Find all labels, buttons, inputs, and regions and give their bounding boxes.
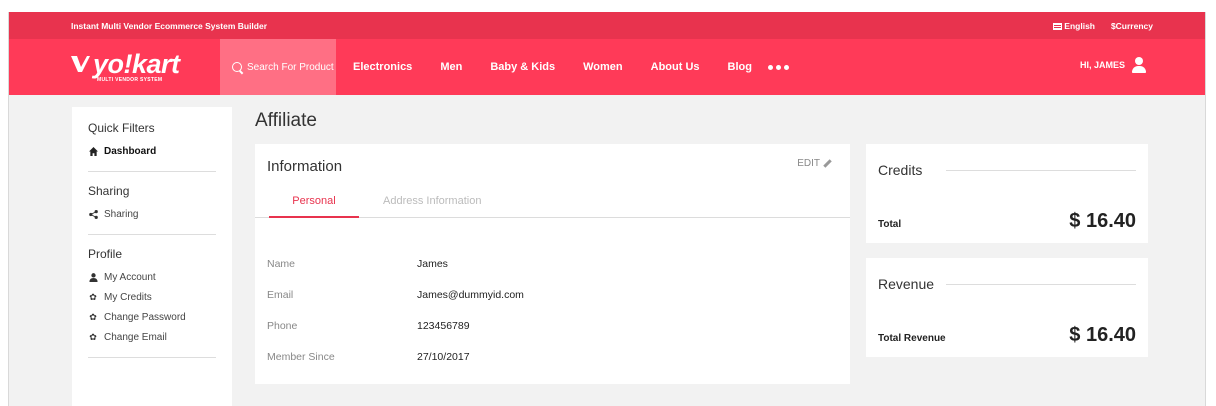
- field-row: Email James@dummyid.com: [267, 289, 827, 320]
- gear-icon: ✿: [89, 331, 97, 342]
- nav-blog[interactable]: Blog: [728, 61, 752, 73]
- sidebar-divider: [88, 357, 216, 358]
- more-icon[interactable]: [767, 64, 789, 70]
- flag-icon: [1053, 22, 1063, 30]
- field-value: James@dummyid.com: [417, 289, 524, 301]
- logo[interactable]: yo!kart MULTI VENDOR SYSTEM: [69, 49, 199, 85]
- sidebar-item-my-account[interactable]: My Account: [88, 267, 216, 287]
- edit-label: EDIT: [797, 158, 820, 169]
- revenue-card: Revenue Total Revenue $ 16.40: [866, 258, 1148, 357]
- card-divider: [946, 170, 1136, 171]
- language-selector[interactable]: English: [1053, 21, 1095, 31]
- share-icon: [88, 209, 98, 219]
- sidebar-divider: [88, 234, 216, 235]
- field-value: 27/10/2017: [417, 351, 470, 363]
- user-icon: [88, 272, 98, 282]
- sidebar-item-label: Change Email: [104, 331, 167, 343]
- nav-men[interactable]: Men: [440, 61, 462, 73]
- information-card: Information EDIT Personal Address Inform…: [255, 144, 850, 384]
- nav-about-us[interactable]: About Us: [651, 61, 700, 73]
- edit-button[interactable]: EDIT: [797, 158, 832, 169]
- sidebar-item-my-credits[interactable]: ✿ My Credits: [88, 287, 216, 307]
- logo-subtitle: MULTI VENDOR SYSTEM: [97, 77, 163, 83]
- field-label: Name: [267, 258, 296, 270]
- info-tabs: Personal Address Information: [255, 191, 850, 218]
- page-title: Affiliate: [255, 110, 317, 131]
- top-strip: Instant Multi Vendor Ecommerce System Bu…: [9, 12, 1205, 39]
- field-value: 123456789: [417, 320, 470, 332]
- gear-icon: ✿: [89, 311, 97, 322]
- main-nav: Electronics Men Baby & Kids Women About …: [353, 39, 789, 95]
- language-label: English: [1064, 21, 1095, 31]
- field-row: Phone 123456789: [267, 320, 827, 351]
- field-label: Email: [267, 289, 294, 301]
- gear-icon: ✿: [89, 291, 97, 302]
- logo-text: yo!kart: [93, 49, 180, 79]
- search-icon: [232, 61, 243, 73]
- nav-electronics[interactable]: Electronics: [353, 61, 412, 73]
- sidebar-item-change-password[interactable]: ✿ Change Password: [88, 307, 216, 327]
- field-value: James: [417, 258, 448, 270]
- sidebar-item-change-email[interactable]: ✿ Change Email: [88, 327, 216, 347]
- search-bar[interactable]: Search For Product: [220, 39, 336, 95]
- sidebar: Quick Filters Dashboard Sharing Sharing …: [72, 107, 232, 406]
- main-header: yo!kart MULTI VENDOR SYSTEM Search For P…: [9, 39, 1205, 95]
- search-placeholder: Search For Product: [247, 61, 334, 73]
- revenue-value: $ 16.40: [1069, 324, 1136, 346]
- revenue-title: Revenue: [878, 276, 935, 292]
- currency-selector[interactable]: $Currency: [1111, 21, 1153, 31]
- sidebar-heading-quick-filters: Quick Filters: [88, 121, 155, 135]
- tab-personal[interactable]: Personal: [269, 195, 359, 218]
- tab-address-information[interactable]: Address Information: [383, 195, 481, 207]
- sidebar-item-label: Change Password: [104, 311, 186, 323]
- user-icon: [1131, 57, 1147, 73]
- app-frame: Instant Multi Vendor Ecommerce System Bu…: [8, 12, 1206, 406]
- nav-baby-kids[interactable]: Baby & Kids: [490, 61, 555, 73]
- sidebar-item-sharing[interactable]: Sharing: [88, 204, 216, 224]
- nav-women[interactable]: Women: [583, 61, 623, 73]
- sidebar-heading-profile: Profile: [88, 247, 123, 261]
- sidebar-item-dashboard[interactable]: Dashboard: [88, 141, 216, 161]
- sidebar-divider: [88, 171, 216, 172]
- field-label: Phone: [267, 320, 298, 332]
- field-row: Name James: [267, 258, 827, 289]
- card-title: Information: [267, 158, 343, 175]
- credits-label: Total: [878, 219, 902, 230]
- sidebar-heading-sharing: Sharing: [88, 184, 130, 198]
- sidebar-item-label: Dashboard: [104, 145, 157, 157]
- home-icon: [88, 146, 98, 156]
- card-divider: [946, 284, 1136, 285]
- credits-card: Credits Total $ 16.40: [866, 144, 1148, 243]
- user-menu[interactable]: HI, JAMES: [1080, 57, 1147, 73]
- logo-mark-icon: [71, 56, 90, 72]
- credits-title: Credits: [878, 162, 923, 178]
- field-label: Member Since: [267, 351, 335, 363]
- user-greeting: HI, JAMES: [1079, 60, 1125, 70]
- sidebar-item-label: My Account: [104, 271, 156, 283]
- credits-value: $ 16.40: [1069, 210, 1136, 232]
- field-row: Member Since 27/10/2017: [267, 351, 827, 382]
- tagline: Instant Multi Vendor Ecommerce System Bu…: [71, 21, 268, 31]
- info-fields: Name James Email James@dummyid.com Phone…: [267, 258, 827, 382]
- sidebar-item-label: My Credits: [104, 291, 152, 303]
- sidebar-item-label: Sharing: [104, 208, 139, 220]
- revenue-label: Total Revenue: [878, 333, 946, 344]
- pencil-icon: [823, 159, 832, 168]
